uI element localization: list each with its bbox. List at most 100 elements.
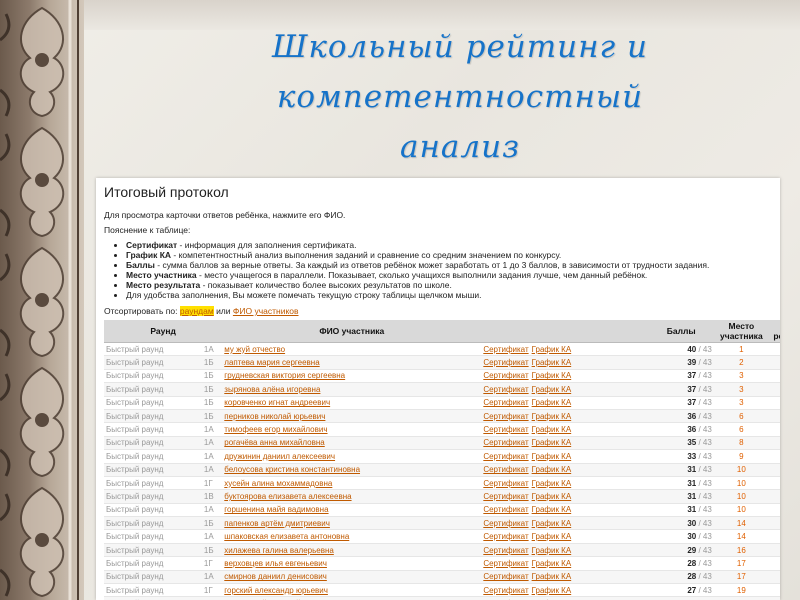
score-cell: 30 / 43 (648, 529, 714, 544)
graph-ka-link[interactable]: График КА (532, 452, 572, 461)
certificate-link[interactable]: Сертификат (483, 425, 528, 434)
graph-ka-link[interactable]: График КА (532, 532, 572, 541)
participant-name-link[interactable]: перников николай юрьевич (224, 412, 325, 421)
class-cell: 1Б (201, 543, 223, 558)
graph-ka-link[interactable]: График КА (532, 505, 572, 514)
graph-ka-link[interactable]: График КА (532, 358, 572, 367)
certificate-link[interactable]: Сертификат (483, 572, 528, 581)
certificate-link[interactable]: Сертификат (483, 465, 528, 474)
graph-ka-link[interactable]: График КА (532, 519, 572, 528)
sort-by-name-link[interactable]: ФИО участников (233, 306, 299, 316)
table-row[interactable]: Быстрый раунд 1А горшенина майя вадимовна С… (104, 503, 780, 518)
col-header-score[interactable]: Баллы (648, 320, 714, 343)
legend-text: - показывает количество более высоких ре… (200, 280, 452, 290)
sort-by-round-link[interactable]: раундам (179, 306, 214, 316)
certificate-link[interactable]: Сертификат (483, 505, 528, 514)
table-row[interactable]: Быстрый раунд 1В буктоярова елизавета алек… (104, 489, 780, 504)
certificate-link[interactable]: Сертификат (483, 492, 528, 501)
graph-ka-link[interactable]: График КА (532, 572, 572, 581)
participant-name-link[interactable]: грудневская виктория сергеевна (224, 371, 345, 380)
participant-name-link[interactable]: горский александр юрьевич (224, 586, 328, 595)
certificate-link[interactable]: Сертификат (483, 438, 528, 447)
participant-name-link[interactable]: му жуй отчество (224, 345, 285, 354)
table-row[interactable]: Быстрый раунд 1А смирнов даниил денисович С… (104, 570, 780, 585)
name-cell: зырянова алёна игоревна (222, 382, 482, 397)
graph-ka-link[interactable]: График КА (532, 438, 572, 447)
ornamental-border (0, 0, 84, 600)
participant-name-link[interactable]: зырянова алёна игоревна (224, 385, 320, 394)
table-row[interactable]: Быстрый раунд 1Б коровченко игнат андрееви… (104, 396, 780, 410)
certificate-link[interactable]: Сертификат (483, 358, 528, 367)
graph-ka-link[interactable]: График КА (532, 385, 572, 394)
certificate-link[interactable]: Сертификат (483, 479, 528, 488)
round-cell: Быстрый раунд (104, 369, 202, 384)
participant-name-link[interactable]: хилажева галина валерьевна (224, 546, 334, 555)
participant-name-link[interactable]: дружинин даниил алексеевич (224, 452, 335, 461)
name-cell: хилажева галина валерьевна (222, 543, 482, 558)
certificate-link[interactable]: Сертификат (483, 385, 528, 394)
round-cell: Быстрый раунд (104, 409, 202, 424)
graph-ka-link[interactable]: График КА (532, 586, 572, 595)
score-cell: 36 / 43 (648, 422, 714, 437)
graph-ka-link[interactable]: График КА (532, 398, 572, 407)
certificate-link[interactable]: Сертификат (483, 371, 528, 380)
table-row[interactable]: Быстрый раунд 1Б зырянова алёна игоревна Се… (104, 382, 780, 397)
table-row[interactable]: Быстрый раунд 1Г верховцев илья евгеньевич… (104, 556, 780, 571)
participant-name-link[interactable]: верховцев илья евгеньевич (224, 559, 327, 568)
table-row[interactable]: Быстрый раунд 1Б хилажева галина валерьевн… (104, 543, 780, 558)
participant-name-link[interactable]: белоусова кристина константиновна (224, 465, 360, 474)
participant-name-link[interactable]: лаптева мария сергеевна (224, 358, 319, 367)
legend-term: График КА (126, 250, 172, 260)
table-row[interactable]: Быстрый раунд 1Б перников николай юрьевич С… (104, 409, 780, 424)
certificate-link[interactable]: Сертификат (483, 519, 528, 528)
table-row[interactable]: Быстрый раунд 1Г хусейн алина мохаммадовна… (104, 476, 780, 491)
col-header-place[interactable]: Место участника (713, 320, 769, 343)
score-value: 40 (687, 344, 697, 354)
participant-name-link[interactable]: хусейн алина мохаммадовна (224, 479, 332, 488)
table-row[interactable]: Быстрый раунд 1Б грудневская виктория серг… (104, 369, 780, 384)
certificate-link[interactable]: Сертификат (483, 532, 528, 541)
participant-name-link[interactable]: папенков артём дмитриевич (224, 519, 330, 528)
certificate-link[interactable]: Сертификат (483, 345, 528, 354)
graph-ka-link[interactable]: График КА (532, 371, 572, 380)
graph-ka-link[interactable]: График КА (532, 345, 572, 354)
table-row[interactable]: Быстрый раунд 1А белоусова кристина конста… (104, 463, 780, 477)
certificate-link[interactable]: Сертификат (483, 559, 528, 568)
table-row[interactable]: Быстрый раунд 1А тимофеев егор михайлович С… (104, 422, 780, 437)
table-row[interactable]: Быстрый раунд 1А рогачёва анна михайловна С… (104, 436, 780, 451)
graph-ka-link[interactable]: График КА (532, 492, 572, 501)
graph-ka-link[interactable]: График КА (532, 546, 572, 555)
table-row[interactable]: Быстрый раунд 1Г горский александр юрьевич… (104, 583, 780, 598)
col-header-name[interactable]: ФИО участника (222, 320, 482, 343)
round-cell: Быстрый раунд (104, 396, 202, 410)
score-max: / 43 (696, 585, 712, 595)
graph-ka-link[interactable]: График КА (532, 559, 572, 568)
participant-name-link[interactable]: шпаковская елизавета антоновна (224, 532, 349, 541)
score-cell: 29 / 43 (648, 543, 714, 558)
col-header-round[interactable]: Раунд (104, 320, 223, 343)
graph-ka-link[interactable]: График КА (532, 465, 572, 474)
graph-ka-link[interactable]: График КА (532, 425, 572, 434)
table-row[interactable]: Быстрый раунд 1А му жуй отчество Сертификат… (104, 342, 780, 357)
table-row[interactable]: Быстрый раунд 1Б лаптева мария сергеевна Се… (104, 355, 780, 370)
table-row[interactable]: Быстрый раунд 1А шпаковская елизавета анто… (104, 529, 780, 544)
certificate-link[interactable]: Сертификат (483, 412, 528, 421)
graph-ka-link[interactable]: График КА (532, 479, 572, 488)
col-header-result[interactable]: Место результата (768, 320, 780, 343)
participant-name-link[interactable]: смирнов даниил денисович (224, 572, 327, 581)
certificate-link[interactable]: Сертификат (483, 546, 528, 555)
table-row[interactable]: Быстрый раунд 1Б папенков артём дмитриевич… (104, 516, 780, 531)
participant-name-link[interactable]: тимофеев егор михайлович (224, 425, 327, 434)
participant-name-link[interactable]: рогачёва анна михайловна (224, 438, 324, 447)
participant-name-link[interactable]: буктоярова елизавета алексеевна (224, 492, 351, 501)
participant-name-link[interactable]: горшенина майя вадимовна (224, 505, 328, 514)
result-cell: 3 (768, 369, 780, 384)
table-row[interactable]: Быстрый раунд 1А дружинин даниил алексееви… (104, 449, 780, 464)
certificate-link[interactable]: Сертификат (483, 586, 528, 595)
certificate-link[interactable]: Сертификат (483, 452, 528, 461)
participant-name-link[interactable]: коровченко игнат андреевич (224, 398, 330, 407)
certificate-link[interactable]: Сертификат (483, 398, 528, 407)
graph-ka-link[interactable]: График КА (532, 412, 572, 421)
round-cell: Быстрый раунд (104, 463, 202, 477)
score-max: / 43 (696, 425, 712, 435)
